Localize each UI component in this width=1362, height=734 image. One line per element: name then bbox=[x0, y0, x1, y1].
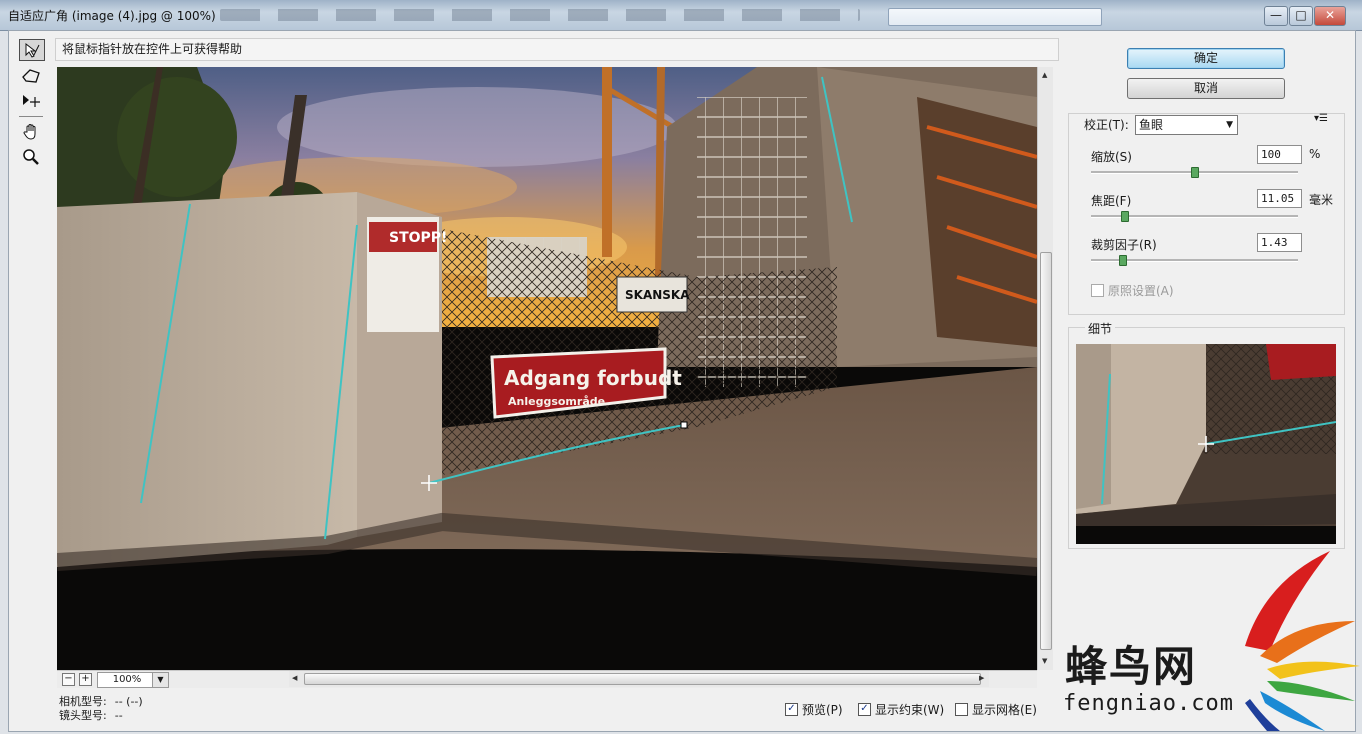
detail-panel: 细节 bbox=[1068, 320, 1345, 549]
preview-label: 预览(P) bbox=[802, 703, 843, 717]
close-button[interactable]: ✕ bbox=[1314, 6, 1346, 26]
crop-factor-slider[interactable] bbox=[1091, 255, 1298, 266]
zoom-bar: − + 100% ▼ ◀ ▶ bbox=[57, 670, 1037, 688]
hand-tool[interactable] bbox=[19, 122, 43, 142]
construction-site-photo: SKANSKA Adgang forbudt Anleggsområde STO… bbox=[57, 67, 1037, 670]
as-shot-label: 原照设置(A) bbox=[1108, 284, 1174, 298]
skanska-sign-text: SKANSKA bbox=[625, 288, 690, 302]
title-bar-blurred-area bbox=[220, 9, 860, 21]
correction-label: 校正(T): bbox=[1081, 116, 1132, 133]
preview-checkbox[interactable]: ✓ 预览(P) bbox=[785, 701, 843, 718]
constraint-tool[interactable] bbox=[19, 39, 45, 61]
toolbox bbox=[19, 39, 47, 172]
checkmark-icon: ✓ bbox=[785, 703, 798, 716]
scale-label: 缩放(S) bbox=[1091, 150, 1132, 164]
zoom-out-button[interactable]: − bbox=[62, 673, 75, 686]
polygon-constraint-tool-icon bbox=[22, 69, 40, 83]
help-hint-bar: 将鼠标指针放在控件上可获得帮助 bbox=[55, 38, 1059, 61]
show-grid-checkbox[interactable]: 显示网格(E) bbox=[955, 701, 1037, 718]
move-tool[interactable] bbox=[19, 91, 43, 111]
cancel-button[interactable]: 取消 bbox=[1127, 78, 1285, 99]
focal-length-unit: 毫米 bbox=[1309, 193, 1334, 207]
ok-button[interactable]: 确定 bbox=[1127, 48, 1285, 69]
scroll-right-arrow-icon[interactable]: ▶ bbox=[979, 674, 984, 682]
crop-factor-label: 裁剪因子(R) bbox=[1091, 238, 1157, 252]
focal-length-label: 焦距(F) bbox=[1091, 194, 1132, 208]
stopp-sign-text: STOPP! bbox=[389, 230, 447, 246]
polygon-constraint-tool[interactable] bbox=[19, 66, 43, 86]
lens-model-label: 镜头型号: bbox=[59, 709, 107, 722]
detail-loupe-preview bbox=[1076, 344, 1336, 544]
checkmark-icon: ✓ bbox=[858, 703, 871, 716]
image-preview-canvas[interactable]: SKANSKA Adgang forbudt Anleggsområde STO… bbox=[57, 67, 1037, 670]
tool-separator bbox=[19, 116, 43, 117]
focal-length-slider[interactable] bbox=[1091, 211, 1298, 222]
zoom-level-field[interactable]: 100% bbox=[97, 672, 157, 688]
title-search-field[interactable] bbox=[888, 8, 1102, 26]
empty-checkbox-icon bbox=[955, 703, 968, 716]
correction-type-select[interactable]: 鱼眼 ▼ bbox=[1135, 115, 1238, 135]
title-bar: 自适应广角 (image (4).jpg @ 100%) — □ ✕ bbox=[0, 0, 1362, 31]
maximize-button[interactable]: □ bbox=[1289, 6, 1313, 26]
scroll-left-arrow-icon[interactable]: ◀ bbox=[292, 674, 297, 682]
correction-panel: 校正(T): 鱼眼 ▼ ▾☰ 缩放(S) 100 % 焦距(F) 11.05 毫… bbox=[1068, 113, 1345, 315]
focal-length-input[interactable]: 11.05 bbox=[1257, 189, 1302, 208]
correction-type-value: 鱼眼 bbox=[1139, 118, 1164, 132]
detail-label: 细节 bbox=[1085, 320, 1116, 337]
camera-lens-info: 相机型号: -- (--) 镜头型号: -- bbox=[59, 695, 143, 723]
scroll-down-arrow-icon[interactable]: ▼ bbox=[1042, 657, 1047, 665]
dialog-body: 将鼠标指针放在控件上可获得帮助 SKANSKA Adgang forbudt A… bbox=[8, 30, 1360, 732]
fengniao-en-text: fengniao.com bbox=[1063, 691, 1234, 716]
empty-checkbox-icon bbox=[1091, 284, 1104, 297]
scroll-up-arrow-icon[interactable]: ▲ bbox=[1042, 71, 1047, 79]
crop-factor-slider-thumb[interactable] bbox=[1119, 255, 1127, 266]
horizontal-scrollbar[interactable]: ◀ ▶ bbox=[289, 671, 989, 687]
move-tool-icon bbox=[23, 95, 40, 107]
lens-model-value: -- bbox=[114, 709, 123, 722]
chevron-down-icon: ▼ bbox=[157, 675, 164, 684]
zoom-tool-icon bbox=[23, 149, 39, 165]
window-title: 自适应广角 (image (4).jpg @ 100%) bbox=[8, 9, 216, 23]
scale-slider-thumb[interactable] bbox=[1191, 167, 1199, 178]
hand-tool-icon bbox=[23, 123, 36, 140]
fengniao-watermark: 蜂鸟网 fengniao.com bbox=[1055, 551, 1362, 731]
horizontal-scroll-thumb[interactable] bbox=[304, 673, 981, 685]
anleggsomrade-sign-text: Anleggsområde bbox=[508, 395, 605, 408]
zoom-tool[interactable] bbox=[19, 147, 43, 167]
panel-menu-icon[interactable]: ▾☰ bbox=[1314, 113, 1328, 124]
vertical-scroll-thumb[interactable] bbox=[1040, 252, 1052, 650]
adgang-forbudt-sign-text: Adgang forbudt bbox=[504, 366, 682, 390]
chevron-down-icon: ▼ bbox=[1226, 120, 1233, 130]
fengniao-cn-text: 蜂鸟网 bbox=[1065, 642, 1198, 691]
focal-length-slider-thumb[interactable] bbox=[1121, 211, 1129, 222]
minimize-button[interactable]: — bbox=[1264, 6, 1288, 26]
scale-input[interactable]: 100 bbox=[1257, 145, 1302, 164]
show-constraints-label: 显示约束(W) bbox=[875, 703, 945, 717]
show-constraints-checkbox[interactable]: ✓ 显示约束(W) bbox=[858, 701, 944, 718]
zoom-in-button[interactable]: + bbox=[79, 673, 92, 686]
scale-slider[interactable] bbox=[1091, 167, 1298, 178]
camera-model-label: 相机型号: bbox=[59, 695, 107, 708]
as-shot-checkbox[interactable]: 原照设置(A) bbox=[1091, 282, 1174, 299]
zoom-dropdown-button[interactable]: ▼ bbox=[152, 672, 169, 688]
camera-model-value: -- (--) bbox=[114, 695, 143, 708]
scale-unit: % bbox=[1309, 147, 1321, 161]
constraint-tool-icon bbox=[25, 42, 40, 58]
detail-loupe-image bbox=[1076, 344, 1336, 544]
show-grid-label: 显示网格(E) bbox=[972, 703, 1037, 717]
vertical-scrollbar[interactable]: ▲ ▼ bbox=[1037, 67, 1053, 670]
crop-factor-input[interactable]: 1.43 bbox=[1257, 233, 1302, 252]
